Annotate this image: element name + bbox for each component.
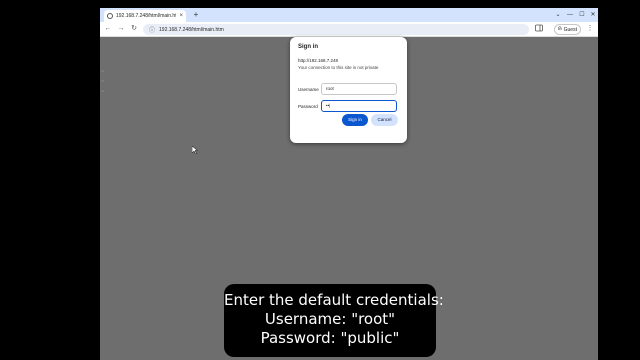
tab-search-icon[interactable]: ⌄ — [552, 10, 564, 20]
toolbar: ← → ↻ ⓘ 192.168.7.248/html/main.htm ⍝ Gu… — [100, 22, 598, 37]
dialog-host: http://192.168.7.248 — [298, 58, 339, 63]
profile-icon: ⍝ — [558, 26, 562, 32]
instruction-caption: Enter the default credentials: Username:… — [224, 284, 444, 357]
caption-line-3: Password: "public" — [260, 329, 400, 347]
menu-icon[interactable]: ⋮ — [585, 24, 595, 34]
dialog-note: Your connection to this site is not priv… — [298, 65, 379, 70]
caption-line-1: Enter the default credentials: — [224, 291, 444, 309]
sign-in-button[interactable]: Sign in — [342, 114, 368, 126]
password-label: Password — [298, 103, 318, 109]
back-button[interactable]: ← — [103, 24, 113, 34]
username-row: Username root — [298, 83, 397, 95]
reload-button[interactable]: ↻ — [129, 24, 139, 34]
tab-main[interactable]: 192.168.7.248/html/main.htm × — [104, 10, 186, 22]
caption-line-2: Username: "root" — [264, 310, 396, 328]
password-field[interactable]: ••| — [321, 100, 397, 112]
new-tab-button[interactable]: + — [191, 10, 201, 20]
side-decoration — [101, 70, 104, 100]
tab-bar: 192.168.7.248/html/main.htm × + ⌄ — ☐ ✕ — [100, 8, 598, 22]
profile-button[interactable]: ⍝ Guest — [554, 24, 581, 35]
globe-icon — [107, 13, 113, 19]
address-url: 192.168.7.248/html/main.htm — [159, 26, 224, 33]
username-field[interactable]: root — [321, 83, 397, 95]
close-window-button[interactable]: ✕ — [587, 10, 599, 20]
cancel-button[interactable]: Cancel — [371, 114, 398, 126]
minimize-button[interactable]: — — [564, 10, 576, 20]
screen: 192.168.7.248/html/main.htm × + ⌄ — ☐ ✕ … — [0, 0, 640, 360]
mouse-pointer-icon — [191, 145, 199, 156]
username-label: Username — [298, 86, 319, 92]
sign-in-dialog: Sign in http://192.168.7.248 Your connec… — [290, 37, 407, 143]
forward-button[interactable]: → — [116, 24, 126, 34]
tab-title: 192.168.7.248/html/main.htm — [116, 13, 177, 19]
dialog-title: Sign in — [298, 44, 318, 50]
address-bar[interactable]: ⓘ 192.168.7.248/html/main.htm — [143, 24, 529, 35]
password-row: Password ••| — [298, 100, 397, 112]
site-info-icon[interactable]: ⓘ — [149, 25, 155, 34]
sidepanel-icon[interactable] — [534, 24, 544, 34]
tab-close-icon[interactable]: × — [179, 13, 183, 19]
profile-label: Guest — [563, 26, 577, 33]
